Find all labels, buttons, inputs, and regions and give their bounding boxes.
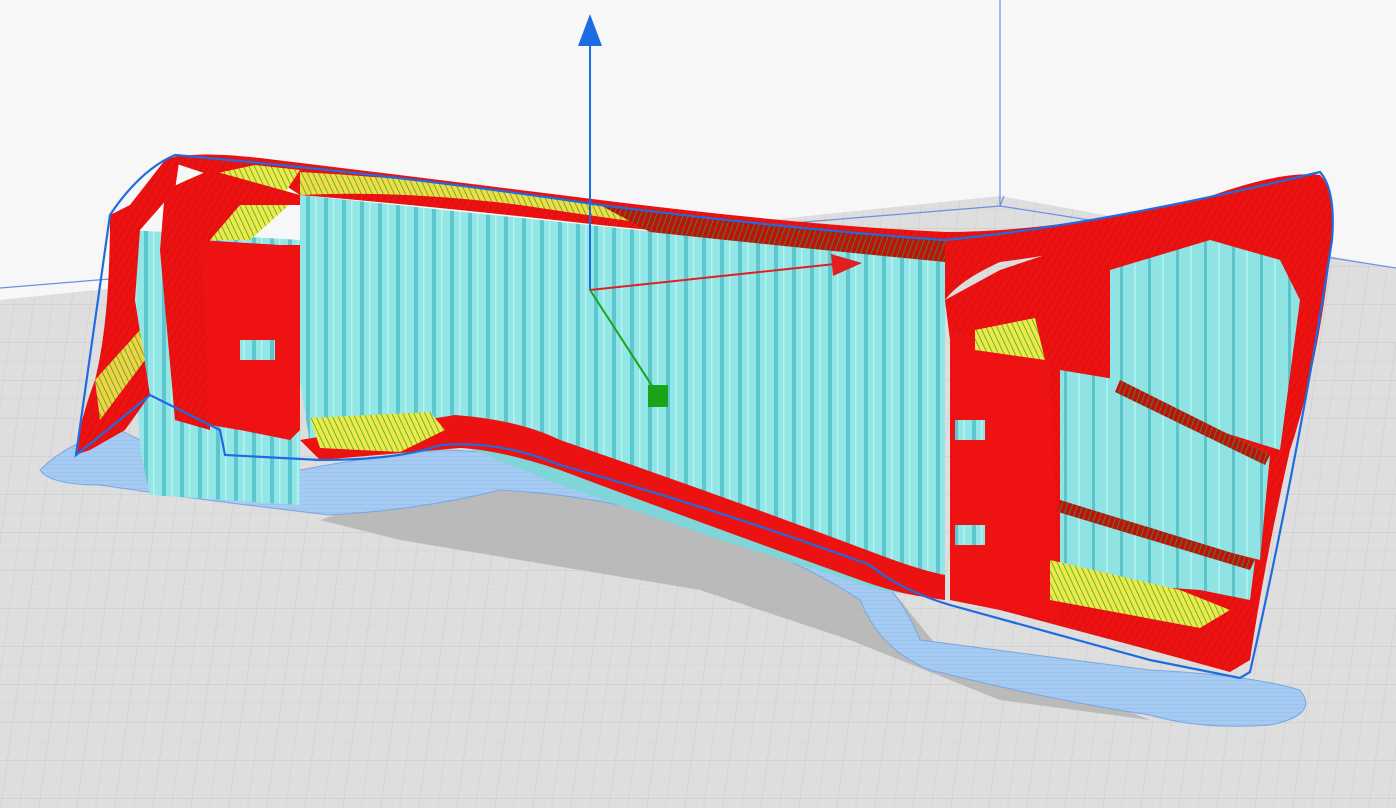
wall-right-front (950, 330, 1060, 620)
3d-viewport[interactable] (0, 0, 1396, 808)
layer-view-scene[interactable] (0, 0, 1396, 808)
support-cutout-left (240, 340, 275, 360)
y-axis-handle-icon[interactable] (648, 385, 668, 407)
z-axis-arrow-icon[interactable] (578, 14, 602, 46)
